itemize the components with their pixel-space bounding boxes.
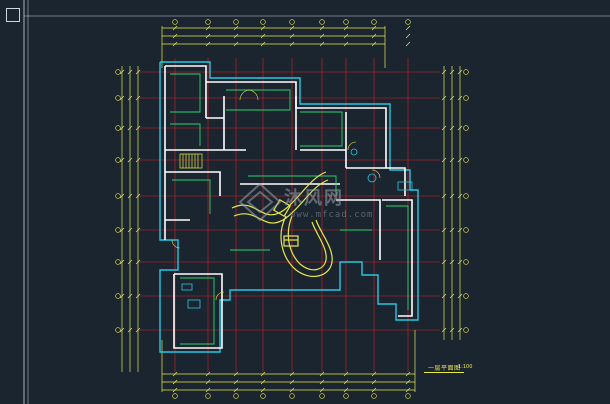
axis-bubble xyxy=(405,393,411,399)
axis-bubble xyxy=(115,157,121,163)
cad-viewport[interactable]: 沐风网 www.mfcad.com 一层平面图 1:100 xyxy=(0,0,610,404)
axis-bubble xyxy=(115,95,121,101)
drawing-scale: 1:100 xyxy=(458,364,473,370)
axis-bubble xyxy=(463,69,469,75)
axis-bubble xyxy=(115,227,121,233)
axis-bubble xyxy=(405,19,411,25)
axis-bubble xyxy=(205,19,211,25)
axis-bubble xyxy=(115,327,121,333)
axis-bubble xyxy=(463,95,469,101)
axis-bubble xyxy=(463,125,469,131)
axis-bubble xyxy=(115,293,121,299)
axis-bubble xyxy=(319,393,325,399)
axis-bubble xyxy=(172,393,178,399)
axis-bubble xyxy=(463,157,469,163)
dimension-tick xyxy=(405,33,411,39)
axis-bubble xyxy=(343,19,349,25)
axis-bubble xyxy=(205,393,211,399)
axis-bubble xyxy=(115,69,121,75)
axis-bubble xyxy=(289,393,295,399)
axis-bubble xyxy=(343,393,349,399)
axis-bubble xyxy=(115,193,121,199)
stair-detail xyxy=(179,153,203,169)
drawing-title: 一层平面图 xyxy=(428,365,461,372)
axis-bubble xyxy=(233,393,239,399)
axis-bubble xyxy=(172,19,178,25)
title-underline xyxy=(424,372,464,373)
axis-bubble xyxy=(463,327,469,333)
axis-bubble xyxy=(260,393,266,399)
dimension-tick xyxy=(405,41,411,47)
dimension-tick xyxy=(405,25,411,31)
axis-bubble xyxy=(463,293,469,299)
axis-bubble xyxy=(463,227,469,233)
axis-bubble xyxy=(115,259,121,265)
axis-bubble xyxy=(233,19,239,25)
axis-bubble xyxy=(463,259,469,265)
axis-bubble xyxy=(319,19,325,25)
axis-bubble xyxy=(260,19,266,25)
watermark-url: www.mfcad.com xyxy=(290,210,374,220)
axis-bubble xyxy=(463,193,469,199)
watermark-brand: 沐风网 xyxy=(284,188,344,209)
watermark: 沐风网 www.mfcad.com xyxy=(238,178,388,238)
axis-bubble xyxy=(371,393,377,399)
axis-bubble xyxy=(289,19,295,25)
axis-bubble xyxy=(115,125,121,131)
axis-bubble xyxy=(371,19,377,25)
